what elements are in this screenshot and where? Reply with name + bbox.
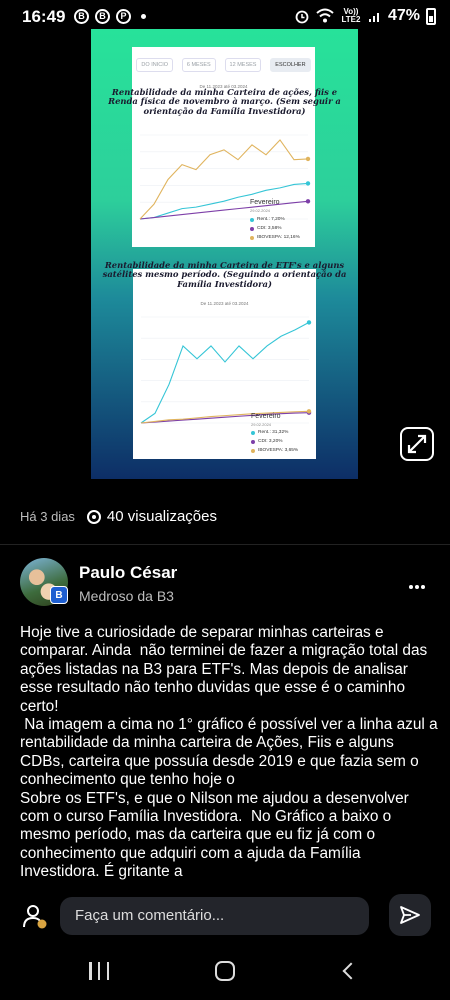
comment-input[interactable]: Faça um comentário...: [60, 897, 369, 935]
chart1-month-date: 29.02.2024: [250, 208, 271, 213]
tab-12-meses: 12 MESES: [224, 58, 262, 72]
clock: 16:49: [22, 7, 66, 26]
post-text: Hoje tive a curiosidade de separar minha…: [20, 624, 438, 881]
legend-item-cdi: CDI: 3,20%: [251, 437, 298, 446]
battery-percent: 47%: [387, 7, 420, 24]
legend-item-rent: Rent.: 7,20%: [250, 215, 300, 224]
views-count: 40 visualizações: [86, 508, 217, 525]
badge-icon: B: [50, 586, 68, 604]
chart1-month: Fevereiro: [250, 199, 280, 206]
home-button[interactable]: [215, 961, 235, 981]
eye-icon: [86, 509, 101, 524]
legend-item-cdi: CDI: 3,58%: [250, 224, 300, 233]
more-icon: [409, 585, 425, 589]
expand-image-button[interactable]: [400, 427, 434, 461]
period-tabs: DO INICIO 6 MESES 12 MESES ESCOLHER: [132, 47, 315, 83]
post-meta: Há 3 dias 40 visualizações: [20, 508, 217, 525]
chart1-caption: Rentabilidade da minha Carteira de ações…: [108, 87, 341, 116]
series-end-point-rent: [306, 320, 312, 325]
legend-item-ibovespa: IBOVESPA: 12,16%: [250, 233, 300, 242]
author-name[interactable]: Paulo César: [79, 563, 177, 583]
b-icon: B: [95, 9, 110, 24]
legend-item-ibovespa: IBOVESPA: 3,65%: [251, 446, 298, 455]
user-icon[interactable]: [22, 903, 48, 929]
series-end-point-cdi: [305, 199, 311, 204]
post-image[interactable]: DO INICIO 6 MESES 12 MESES ESCOLHER De 1…: [91, 29, 358, 479]
tab-6-meses: 6 MESES: [181, 58, 216, 72]
chart2-date-range: De 11.2023 até 03.2024: [200, 301, 249, 306]
notification-icons: B B P: [74, 9, 146, 24]
wifi-icon: [316, 8, 334, 23]
system-icons: Vo)) LTE2 47%: [294, 7, 436, 25]
pinterest-icon: P: [116, 9, 131, 24]
send-icon: [400, 906, 420, 924]
series-line-rent: [139, 182, 309, 220]
tab-do-inicio: DO INICIO: [136, 58, 174, 72]
signal-icon: [368, 13, 379, 22]
more-options-button[interactable]: [408, 574, 426, 595]
battery-icon: [426, 7, 436, 25]
chart1-legend: Rent.: 7,20% CDI: 3,58% IBOVESPA: 12,16%: [250, 215, 300, 242]
more-notifications-icon: [141, 14, 146, 19]
posted-time: Há 3 dias: [20, 509, 75, 524]
b-icon: B: [74, 9, 89, 24]
tab-escolher: ESCOLHER: [270, 58, 311, 72]
chart2-month-date: 29.02.2024: [251, 422, 272, 427]
send-button[interactable]: [389, 894, 431, 936]
series-end-point-ibov: [305, 156, 311, 162]
series-line-cdi: [140, 412, 310, 424]
chart-card-2: De 11.2023 até 03.2024 Fevereiro 29.02.2…: [133, 269, 316, 459]
chart2-legend: Rent.: 31,32% CDI: 3,20% IBOVESPA: 3,65%: [251, 428, 298, 455]
divider: [0, 544, 450, 545]
alarm-icon: [295, 10, 309, 24]
chart2-caption: Rentabilidade da minha Carteira de ETF's…: [102, 260, 347, 289]
series-line-rent: [140, 321, 310, 424]
chart2-month: Fevereiro: [251, 413, 281, 420]
chart-card-1: DO INICIO 6 MESES 12 MESES ESCOLHER De 1…: [132, 47, 315, 247]
series-end-point-ibov: [306, 409, 312, 414]
author-subtitle: Medroso da B3: [79, 588, 174, 604]
series-end-point-rent: [305, 181, 311, 186]
expand-icon: [407, 434, 427, 454]
recent-apps-button[interactable]: [89, 962, 109, 980]
network-label: Vo)) LTE2: [341, 7, 361, 24]
legend-item-rent: Rent.: 31,32%: [251, 428, 298, 437]
